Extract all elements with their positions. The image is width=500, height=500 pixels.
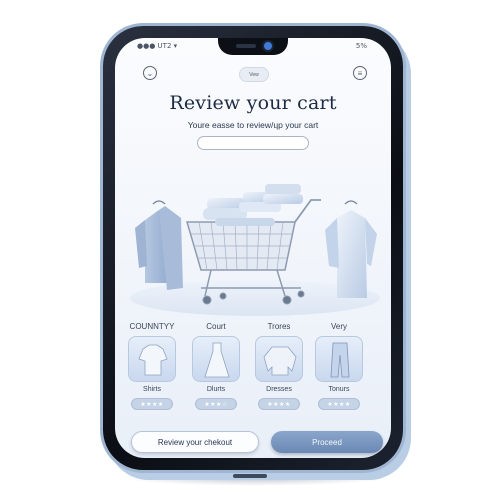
review-checkout-button[interactable]: Review your chekout (131, 431, 259, 453)
folded-clothes (203, 184, 303, 226)
product-card-shirts[interactable] (128, 336, 176, 382)
shirt-icon (138, 344, 168, 376)
status-carrier: ●●● UT2 ▾ (137, 42, 178, 50)
category-label[interactable]: Trores (249, 322, 309, 331)
rating-stars: ★★★★ (131, 398, 173, 410)
camera-icon (264, 42, 272, 50)
sweater-icon (263, 346, 297, 376)
menu-icon[interactable]: ≡ (353, 66, 367, 80)
status-battery: 5% (355, 42, 367, 50)
home-indicator (233, 474, 267, 478)
proceed-button[interactable]: Proceed (271, 431, 383, 453)
category-label[interactable]: Court (186, 322, 246, 331)
product-label: Tonurs (328, 386, 350, 393)
product-label: Shirts (143, 386, 161, 393)
page-title: Review your cart (169, 92, 337, 114)
product-card-tonurs[interactable] (315, 336, 363, 382)
rating-stars: ★★★★ (318, 398, 360, 410)
chevron-down-icon[interactable]: ⌄ (143, 66, 157, 80)
cart-illustration (130, 184, 380, 316)
speaker (236, 44, 256, 48)
hanging-shirt-right (325, 200, 377, 298)
rating-stars: ★★★★ (258, 398, 300, 410)
product-card-dlurts[interactable] (192, 336, 240, 382)
product-card-dresses[interactable] (255, 336, 303, 382)
rating-stars: ★★★☆ (195, 398, 237, 410)
product-label: Dlurts (206, 386, 226, 393)
category-label[interactable]: Very (309, 322, 369, 331)
phone-frame: ●●● UT2 ▾ 5% ⌄ Vew ≡ Review your cart Yo… (103, 26, 403, 470)
hanging-shirt-left (135, 200, 183, 290)
header-tag[interactable]: Vew (239, 67, 269, 82)
trousers-icon (330, 342, 350, 378)
category-label[interactable]: COUNNTYY (122, 322, 182, 331)
phone-screen: ●●● UT2 ▾ 5% ⌄ Vew ≡ Review your cart Yo… (115, 38, 391, 458)
page-subtitle: Youre easse to review/ɥp your cart (187, 120, 319, 130)
notch (218, 38, 288, 55)
dress-icon (204, 342, 230, 378)
product-label: Dresses (266, 386, 292, 393)
